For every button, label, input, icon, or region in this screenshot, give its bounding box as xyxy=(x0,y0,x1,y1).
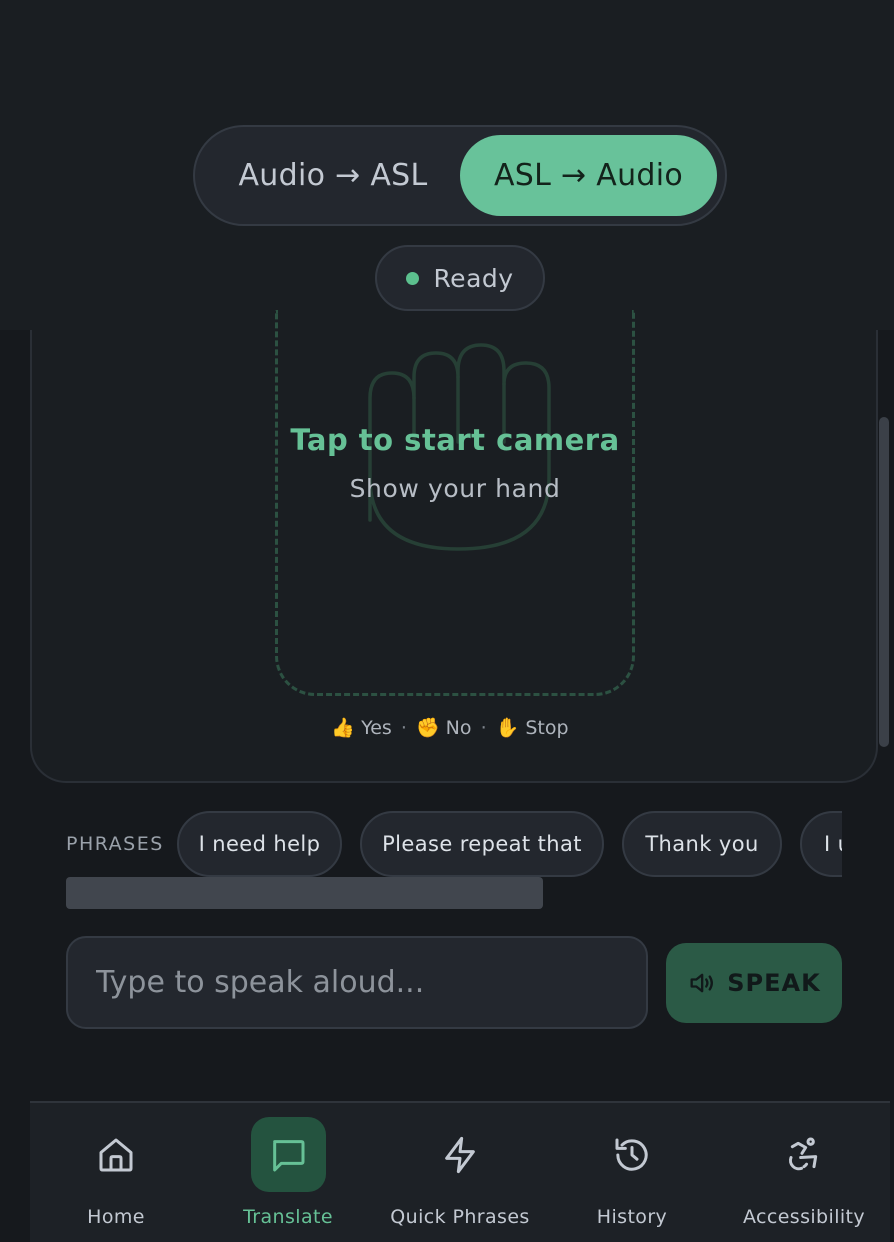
thumbs-up-icon: 👍 xyxy=(331,717,356,739)
camera-subtitle: Show your hand xyxy=(349,474,561,503)
nav-label-home: Home xyxy=(87,1206,145,1228)
phrases-label: PHRASES xyxy=(66,833,164,855)
speaker-icon xyxy=(690,973,714,993)
phrase-chip-partial[interactable]: I u xyxy=(800,811,842,877)
mode-asl-to-audio-button[interactable]: ASL → Audio xyxy=(460,135,717,216)
nav-label-quick-phrases: Quick Phrases xyxy=(390,1206,530,1228)
nav-item-history[interactable]: History xyxy=(546,1103,718,1242)
nav-label-history: History xyxy=(596,1206,668,1228)
nav-item-home[interactable]: Home xyxy=(30,1103,202,1242)
status-badge: Ready xyxy=(375,245,545,311)
gesture-hints: 👍 Yes · ✊ No · ✋ Stop xyxy=(300,716,600,739)
bottom-navigation: Home Translate Quick Phrases History Acc… xyxy=(30,1101,890,1242)
camera-start-prompt[interactable]: Tap to start camera xyxy=(275,423,635,457)
page-scrollbar[interactable] xyxy=(879,417,889,747)
speak-text-input[interactable] xyxy=(66,936,648,1029)
nav-label-accessibility: Accessibility xyxy=(742,1206,866,1228)
phrase-chip-thank-you[interactable]: Thank you xyxy=(622,811,782,877)
translate-screen: Audio → ASL ASL → Audio Ready Tap to sta… xyxy=(0,0,894,1242)
gesture-no-label: No xyxy=(445,717,472,739)
separator: · xyxy=(480,717,487,739)
fist-icon: ✊ xyxy=(415,717,440,739)
nav-item-translate[interactable]: Translate xyxy=(202,1103,374,1242)
phrases-list: I need help Please repeat that Thank you… xyxy=(177,811,842,877)
nav-item-accessibility[interactable]: Accessibility xyxy=(718,1103,890,1242)
gesture-yes-label: Yes xyxy=(361,717,392,739)
speak-button-label: SPEAK xyxy=(727,969,821,997)
phrases-scrollbar[interactable] xyxy=(66,877,543,909)
nav-label-translate: Translate xyxy=(243,1206,333,1228)
phrase-chip-need-help[interactable]: I need help xyxy=(177,811,342,877)
history-icon xyxy=(615,1138,648,1171)
home-icon xyxy=(99,1138,133,1171)
raised-hand-icon: ✋ xyxy=(495,717,520,739)
mode-audio-to-asl-button[interactable]: Audio → ASL xyxy=(205,135,461,216)
separator: · xyxy=(400,717,407,739)
mode-toggle: Audio → ASL ASL → Audio xyxy=(193,125,727,226)
gesture-stop-label: Stop xyxy=(525,717,569,739)
speak-button[interactable]: SPEAK xyxy=(666,943,842,1023)
nav-item-quick-phrases[interactable]: Quick Phrases xyxy=(374,1103,546,1242)
status-dot-icon xyxy=(406,271,420,285)
status-label: Ready xyxy=(433,263,514,293)
accessibility-icon xyxy=(788,1137,818,1170)
phrase-chip-repeat[interactable]: Please repeat that xyxy=(360,811,604,877)
chat-icon xyxy=(273,1139,305,1171)
lightning-icon xyxy=(445,1136,475,1173)
